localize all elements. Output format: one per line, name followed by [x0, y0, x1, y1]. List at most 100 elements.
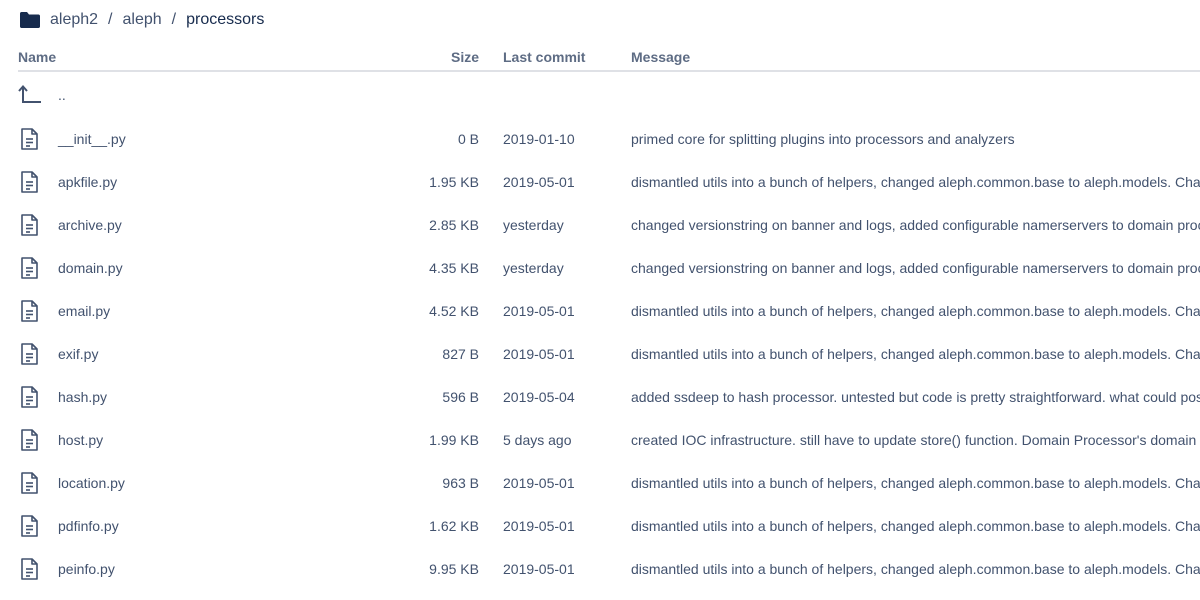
spacer-cell [479, 547, 503, 590]
file-name-cell: domain.py [18, 246, 383, 289]
breadcrumb-item-aleph2[interactable]: aleph2 [50, 11, 98, 29]
commit-message-cell[interactable]: primed core for splitting plugins into p… [631, 117, 1200, 160]
breadcrumb-separator: / [108, 11, 113, 28]
file-link[interactable]: peinfo.py [58, 561, 115, 577]
commit-message-cell[interactable]: dismantled utils into a bunch of helpers… [631, 289, 1200, 332]
last-commit-cell: 2019-05-01 [503, 517, 575, 534]
file-browser-page: aleph2 / aleph / processors Name Size La… [0, 0, 1200, 600]
file-size-cell: 9.95 KB [429, 560, 479, 577]
commit-message-cell[interactable]: created IOC infrastructure. still have t… [631, 418, 1200, 461]
spacer-cell [479, 504, 503, 547]
file-icon [21, 213, 38, 236]
file-icon [21, 471, 38, 494]
table-row[interactable]: location.py 963 B 2019-05-01 dismantled uti… [18, 461, 1200, 504]
last-commit-cell: yesterday [503, 216, 564, 233]
spacer-cell [479, 375, 503, 418]
file-link[interactable]: apkfile.py [58, 174, 117, 190]
column-header-gap [479, 44, 503, 72]
file-link[interactable]: location.py [58, 475, 125, 491]
last-commit-cell: yesterday [503, 259, 564, 276]
column-header-message[interactable]: Message [631, 44, 1200, 72]
file-icon [21, 514, 38, 537]
file-size-cell: 2.85 KB [429, 216, 479, 233]
file-size-cell: 1.62 KB [429, 517, 479, 534]
column-header-size[interactable]: Size [383, 44, 479, 72]
file-name-cell: host.py [18, 418, 383, 461]
breadcrumb: aleph2 / aleph / processors [19, 8, 264, 32]
file-name-cell: apkfile.py [18, 160, 383, 203]
parent-directory-row[interactable]: .. [18, 71, 1200, 117]
file-table: Name Size Last commit Message .. __init_… [18, 44, 1200, 590]
table-row[interactable]: pdfinfo.py 1.62 KB 2019-05-01 dismantled ut… [18, 504, 1200, 547]
commit-message-cell[interactable]: dismantled utils into a bunch of helpers… [631, 332, 1200, 375]
file-link[interactable]: domain.py [58, 260, 123, 276]
file-name-cell: peinfo.py [18, 547, 383, 590]
file-name-cell: email.py [18, 289, 383, 332]
file-link[interactable]: host.py [58, 432, 103, 448]
parent-directory-icon [18, 84, 41, 103]
file-size-cell: 963 B [442, 474, 479, 491]
file-name-cell: location.py [18, 461, 383, 504]
file-name-cell: pdfinfo.py [18, 504, 383, 547]
file-link[interactable]: archive.py [58, 217, 122, 233]
file-icon [21, 428, 38, 451]
spacer-cell [479, 246, 503, 289]
file-link[interactable]: email.py [58, 303, 110, 319]
file-icon [21, 342, 38, 365]
spacer-cell [479, 160, 503, 203]
last-commit-cell: 2019-05-01 [503, 345, 575, 362]
spacer-cell [479, 461, 503, 504]
table-row[interactable]: hash.py 596 B 2019-05-04 added ssdeep to ha… [18, 375, 1200, 418]
file-name-cell: hash.py [18, 375, 383, 418]
table-row[interactable]: archive.py 2.85 KB yesterday changed versio… [18, 203, 1200, 246]
commit-message-cell[interactable]: dismantled utils into a bunch of helpers… [631, 461, 1200, 504]
table-row[interactable]: domain.py 4.35 KB yesterday changed version… [18, 246, 1200, 289]
file-link[interactable]: hash.py [58, 389, 107, 405]
commit-message-cell[interactable]: changed versionstring on banner and logs… [631, 203, 1200, 246]
file-size-cell: 1.95 KB [429, 173, 479, 190]
file-size-cell: 0 B [457, 130, 479, 147]
file-link[interactable]: exif.py [58, 346, 98, 362]
file-icon [21, 170, 38, 193]
table-row[interactable]: host.py 1.99 KB 5 days ago created IOC infr… [18, 418, 1200, 461]
parent-directory-link[interactable]: .. [58, 87, 66, 103]
spacer-cell [479, 117, 503, 160]
file-icon [21, 256, 38, 279]
commit-message-cell[interactable]: dismantled utils into a bunch of helpers… [631, 504, 1200, 547]
table-header-row: Name Size Last commit Message [18, 44, 1200, 72]
last-commit-cell: 2019-05-01 [503, 302, 575, 319]
file-link[interactable]: __init__.py [58, 131, 126, 147]
last-commit-cell: 5 days ago [503, 431, 572, 448]
file-link[interactable]: pdfinfo.py [58, 518, 119, 534]
file-name-cell: __init__.py [18, 117, 383, 160]
table-row[interactable]: peinfo.py 9.95 KB 2019-05-01 dismantled uti… [18, 547, 1200, 590]
column-header-last-commit[interactable]: Last commit [503, 44, 631, 72]
spacer-cell [479, 332, 503, 375]
last-commit-cell: 2019-05-01 [503, 474, 575, 491]
last-commit-cell: 2019-01-10 [503, 130, 575, 147]
folder-icon [20, 12, 40, 28]
table-row[interactable]: email.py 4.52 KB 2019-05-01 dismantled util… [18, 289, 1200, 332]
file-icon [21, 385, 38, 408]
commit-message-cell[interactable]: dismantled utils into a bunch of helpers… [631, 160, 1200, 203]
spacer-cell [479, 418, 503, 461]
table-row[interactable]: __init__.py 0 B 2019-01-10 primed core for … [18, 117, 1200, 160]
column-header-name[interactable]: Name [18, 44, 383, 72]
file-name-cell: exif.py [18, 332, 383, 375]
file-size-cell: 4.35 KB [429, 259, 479, 276]
file-icon [21, 299, 38, 322]
file-name-cell: archive.py [18, 203, 383, 246]
spacer-cell [479, 289, 503, 332]
table-row[interactable]: apkfile.py 1.95 KB 2019-05-01 dismantled ut… [18, 160, 1200, 203]
table-row[interactable]: exif.py 827 B 2019-05-01 dismantled utils i… [18, 332, 1200, 375]
file-size-cell: 827 B [442, 345, 479, 362]
commit-message-cell[interactable]: changed versionstring on banner and logs… [631, 246, 1200, 289]
file-size-cell: 4.52 KB [429, 302, 479, 319]
breadcrumb-current: processors [186, 11, 265, 28]
last-commit-cell: 2019-05-04 [503, 388, 575, 405]
last-commit-cell: 2019-05-01 [503, 173, 575, 190]
commit-message-cell[interactable]: added ssdeep to hash processor. untested… [631, 375, 1200, 418]
breadcrumb-item-aleph[interactable]: aleph [123, 11, 162, 29]
commit-message-cell[interactable]: dismantled utils into a bunch of helpers… [631, 547, 1200, 590]
file-icon [21, 557, 38, 580]
